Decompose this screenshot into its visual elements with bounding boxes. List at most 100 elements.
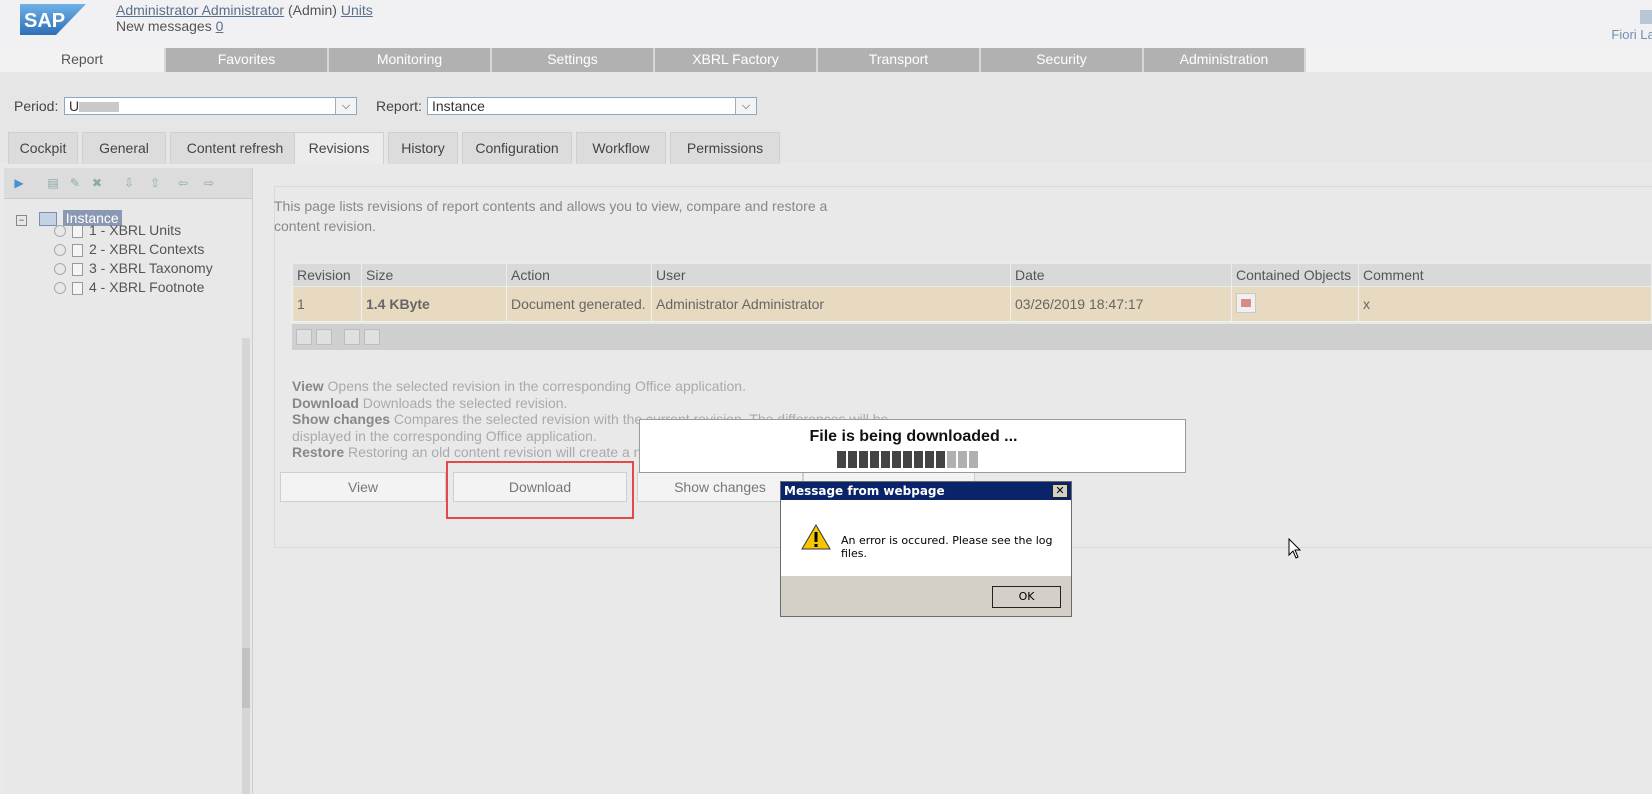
subtab-content-refresh[interactable]: Content refresh <box>170 132 300 164</box>
close-icon[interactable]: ✕ <box>1052 484 1068 498</box>
progress-segment <box>837 451 846 468</box>
subtab-workflow[interactable]: Workflow <box>576 132 666 164</box>
subtab-history[interactable]: History <box>388 132 458 164</box>
period-select[interactable]: U ⌵ <box>64 97 357 115</box>
edit-document-icon[interactable]: ✎ <box>68 176 82 190</box>
progress-segment <box>958 451 967 468</box>
move-up-icon[interactable]: ⇧ <box>148 176 162 190</box>
tree-panel: ▶ ▤ ✎ ✖ ⇩ ⇧ ⇦ ⇨ − Instance 1 - XBRL Unit… <box>4 168 253 794</box>
messages-info: New messages 0 <box>116 18 223 34</box>
tree-item-xbrl-units[interactable]: 1 - XBRL Units <box>54 222 181 238</box>
radio-node-icon <box>54 244 66 257</box>
tree-item-label: 4 - XBRL Footnote <box>89 279 205 295</box>
progress-segment <box>969 451 978 468</box>
tab-security[interactable]: Security <box>981 48 1144 72</box>
cell-comment: x <box>1358 286 1652 322</box>
ok-button[interactable]: OK <box>992 586 1061 608</box>
subtab-cockpit[interactable]: Cockpit <box>8 132 78 164</box>
view-button[interactable]: View <box>280 472 446 502</box>
messages-count-link[interactable]: 0 <box>216 18 224 34</box>
show-changes-button[interactable]: Show changes <box>637 472 803 502</box>
first-page-icon[interactable] <box>296 329 312 345</box>
column-header[interactable]: Date <box>1010 263 1232 287</box>
error-message-dialog: Message from webpage ✕ An error is occur… <box>780 481 1072 617</box>
move-left-icon[interactable]: ⇦ <box>176 176 190 190</box>
tree-scrollbar[interactable] <box>242 338 250 794</box>
dialog-message: An error is occured. Please see the log … <box>841 534 1053 560</box>
download-highlight-box <box>446 461 634 519</box>
tree-item-label: 3 - XBRL Taxonomy <box>89 260 213 276</box>
subtab-revisions[interactable]: Revisions <box>294 132 384 164</box>
cell-date: 03/26/2019 18:47:17 <box>1010 286 1232 322</box>
cell-action: Document generated. <box>506 286 652 322</box>
period-value: U <box>69 98 80 114</box>
dialog-title-bar[interactable]: Message from webpage ✕ <box>781 482 1071 500</box>
previous-page-icon[interactable] <box>316 329 332 345</box>
progress-segment <box>881 451 890 468</box>
dialog-body: An error is occured. Please see the log … <box>781 500 1071 576</box>
move-right-icon[interactable]: ⇨ <box>202 176 216 190</box>
column-header[interactable]: Size <box>361 263 507 287</box>
messages-label: New messages <box>116 18 212 34</box>
document-icon <box>72 281 83 295</box>
tab-monitoring[interactable]: Monitoring <box>329 48 492 72</box>
expand-all-icon[interactable]: ▶ <box>12 176 26 190</box>
dialog-title: Message from webpage <box>784 484 945 498</box>
radio-node-icon <box>54 282 66 295</box>
help-term-view: View <box>292 378 324 394</box>
fiori-launchpad-link[interactable]: Fiori Lau <box>1611 27 1652 42</box>
tab-settings[interactable]: Settings <box>492 48 655 72</box>
tab-administration[interactable]: Administration <box>1144 48 1306 72</box>
progress-segment <box>925 451 934 468</box>
help-desc-restore: Restoring an old content revision will c… <box>344 444 650 460</box>
cell-size: 1.4 KByte <box>361 286 507 322</box>
column-header[interactable]: Contained Objects <box>1231 263 1359 287</box>
tree-item-xbrl-footnote[interactable]: 4 - XBRL Footnote <box>54 279 204 295</box>
move-down-icon[interactable]: ⇩ <box>122 176 136 190</box>
column-header[interactable]: Action <box>506 263 652 287</box>
redacted-block <box>79 102 120 113</box>
mouse-cursor-icon <box>1288 538 1302 559</box>
help-desc-view: Opens the selected revision in the corre… <box>323 378 746 394</box>
tab-favorites[interactable]: Favorites <box>166 48 329 72</box>
scrollbar-thumb[interactable] <box>242 648 250 708</box>
progress-segment <box>947 451 956 468</box>
progress-segment <box>859 451 868 468</box>
report-select[interactable]: Instance ⌵ <box>427 97 757 115</box>
user-role: (Admin) <box>287 2 337 18</box>
tree-toolbar: ▶ ▤ ✎ ✖ ⇩ ⇧ ⇦ ⇨ <box>4 168 252 199</box>
warning-icon <box>801 524 831 550</box>
cell-revision: 1 <box>292 286 362 322</box>
collapse-icon[interactable]: − <box>16 215 27 226</box>
delete-document-icon[interactable]: ✖ <box>90 176 104 190</box>
subtab-configuration[interactable]: Configuration <box>462 132 572 164</box>
new-document-icon[interactable]: ▤ <box>46 176 60 190</box>
user-name-link[interactable]: Administrator Administrator <box>116 2 284 18</box>
download-progress-bar <box>837 451 980 468</box>
table-pager <box>292 324 1652 350</box>
fiori-icon[interactable] <box>1640 10 1652 24</box>
tab-report[interactable]: Report <box>0 48 166 72</box>
column-header[interactable]: User <box>651 263 1011 287</box>
last-page-icon[interactable] <box>364 329 380 345</box>
tree-item-xbrl-taxonomy[interactable]: 3 - XBRL Taxonomy <box>54 260 213 276</box>
next-page-icon[interactable] <box>344 329 360 345</box>
help-desc-download: Downloads the selected revision. <box>358 394 568 411</box>
table-row[interactable]: 1 1.4 KByte Document generated. Administ… <box>292 286 1652 322</box>
chevron-down-icon[interactable]: ⌵ <box>335 98 356 114</box>
tab-xbrl-factory[interactable]: XBRL Factory <box>655 48 818 72</box>
column-header[interactable]: Revision <box>292 263 362 287</box>
tree-item-label: 1 - XBRL Units <box>89 222 182 238</box>
download-progress-title: File is being downloaded ... <box>809 428 1018 445</box>
progress-segment <box>892 451 901 468</box>
units-link[interactable]: Units <box>341 2 373 18</box>
column-header[interactable]: Comment <box>1358 263 1652 287</box>
progress-segment <box>870 451 879 468</box>
object-icon[interactable] <box>1236 293 1256 313</box>
subtab-general[interactable]: General <box>82 132 166 164</box>
subtab-permissions[interactable]: Permissions <box>670 132 780 164</box>
tab-transport[interactable]: Transport <box>818 48 981 72</box>
document-icon <box>72 243 83 257</box>
tree-item-xbrl-contexts[interactable]: 2 - XBRL Contexts <box>54 241 204 257</box>
chevron-down-icon[interactable]: ⌵ <box>735 98 756 114</box>
